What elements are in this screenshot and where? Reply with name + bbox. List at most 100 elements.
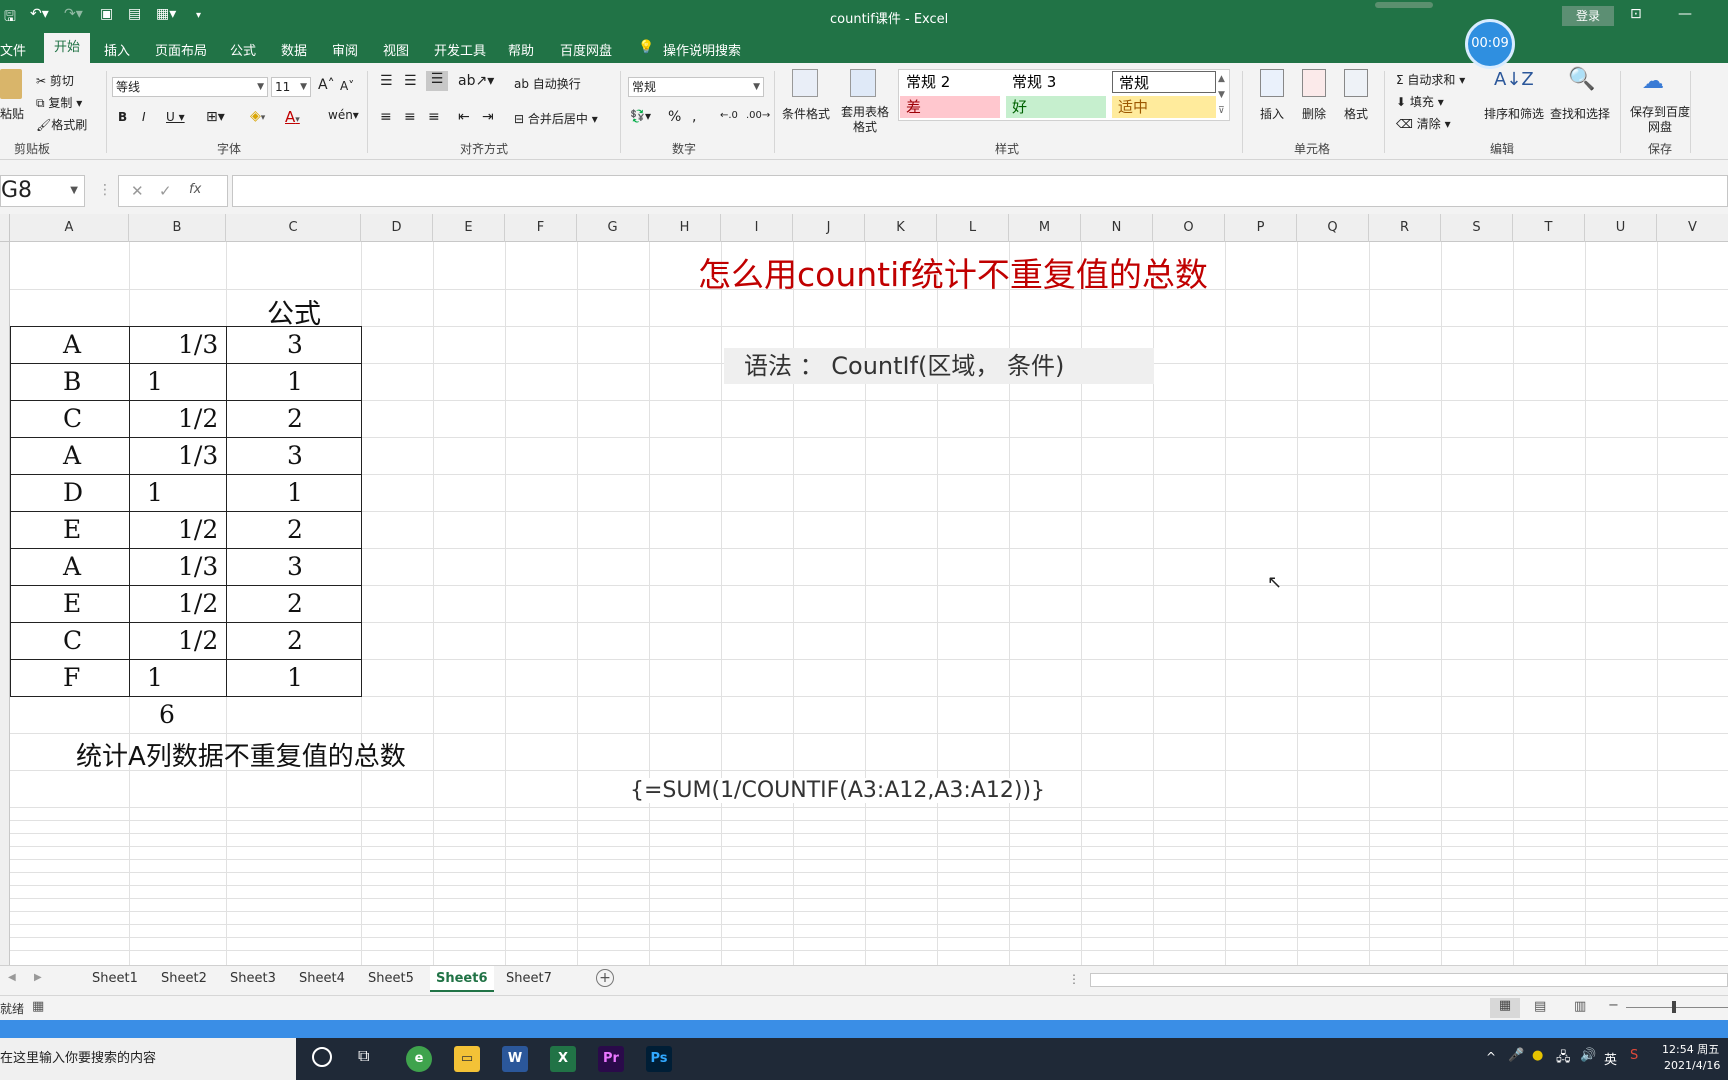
name-box[interactable]: G8 ▼	[0, 175, 85, 207]
undo-icon[interactable]: ↶▾	[30, 6, 49, 22]
column-header-b[interactable]: B	[129, 214, 226, 242]
cancel-icon[interactable]: ✕	[131, 182, 144, 200]
insert-cells-icon[interactable]	[1260, 69, 1284, 97]
cell-a6[interactable]: A	[63, 441, 81, 470]
tab-help[interactable]: 帮助	[508, 40, 534, 59]
cell-a9[interactable]: A	[63, 552, 81, 581]
add-sheet-icon[interactable]: +	[596, 969, 614, 987]
column-header-f[interactable]: F	[505, 214, 577, 242]
cell-b10[interactable]: 1/2	[178, 589, 218, 618]
sort-filter-icon[interactable]: A↓Z	[1494, 69, 1534, 90]
fill-button[interactable]: ⬇ 填充 ▾	[1396, 93, 1444, 110]
app-tray-icon[interactable]: ●	[1532, 1048, 1543, 1063]
sheet-tab-7[interactable]: Sheet7	[500, 966, 558, 992]
delete-cells-icon[interactable]	[1302, 69, 1326, 97]
ime-sogou-icon[interactable]: S	[1630, 1048, 1638, 1063]
save-icon[interactable]: 🖫	[4, 6, 16, 30]
gallery-scroll-icon[interactable]: ▲ ▼ ⊽	[1218, 71, 1225, 119]
word-icon[interactable]: W	[502, 1046, 528, 1072]
column-header-q[interactable]: Q	[1297, 214, 1369, 242]
autosum-button[interactable]: Σ 自动求和 ▾	[1396, 71, 1465, 88]
quick-access-icon-2[interactable]: ▤	[128, 6, 141, 22]
quick-access-icon[interactable]: ▣	[100, 6, 113, 22]
split-handle[interactable]: ⋮	[1068, 972, 1080, 986]
copy-button[interactable]: ⧉ 复制 ▾	[36, 94, 82, 111]
tray-chevron-icon[interactable]: ^	[1486, 1050, 1496, 1064]
column-header-s[interactable]: S	[1441, 214, 1513, 242]
format-table-button[interactable]: 套用表格格式	[836, 105, 894, 135]
percent-icon[interactable]: %	[668, 109, 681, 125]
paste-icon[interactable]	[0, 69, 22, 99]
tab-insert[interactable]: 插入	[104, 40, 130, 59]
style-normal[interactable]: 常规	[1112, 71, 1216, 93]
cell-b12[interactable]: 1	[147, 663, 163, 692]
currency-icon[interactable]: 💱▾	[630, 109, 651, 123]
tab-file[interactable]: 文件	[0, 40, 26, 59]
cell-c5[interactable]: 2	[287, 404, 303, 433]
tab-review[interactable]: 审阅	[332, 40, 358, 59]
cell-c8[interactable]: 2	[287, 515, 303, 544]
decrease-font-icon[interactable]: A˅	[340, 79, 354, 93]
bold-icon[interactable]: B	[118, 110, 127, 124]
sheet-tab-1[interactable]: Sheet1	[86, 966, 144, 992]
paste-button[interactable]: 粘贴	[0, 105, 24, 122]
photoshop-icon[interactable]: Ps	[646, 1046, 672, 1072]
taskbar-search[interactable]: 在这里输入你要搜索的内容	[0, 1038, 296, 1080]
column-header-l[interactable]: L	[937, 214, 1009, 242]
cut-button[interactable]: ✂ 剪切	[36, 72, 74, 89]
increase-decimal-icon[interactable]: ←.0	[720, 110, 738, 121]
decrease-indent-icon[interactable]: ⇤	[458, 109, 470, 125]
column-header-j[interactable]: J	[793, 214, 865, 242]
tab-data[interactable]: 数据	[281, 40, 307, 59]
conditional-format-button[interactable]: 条件格式	[782, 105, 830, 122]
align-top-icon[interactable]: ☰	[380, 73, 393, 89]
column-header-i[interactable]: I	[721, 214, 793, 242]
orientation-icon[interactable]: ab↗▾	[458, 73, 494, 89]
cell-a10[interactable]: E	[63, 589, 81, 618]
column-header-e[interactable]: E	[433, 214, 505, 242]
italic-icon[interactable]: I	[142, 110, 146, 124]
style-good[interactable]: 好	[1006, 96, 1106, 118]
column-header-r[interactable]: R	[1369, 214, 1441, 242]
font-color-icon[interactable]: A▾	[285, 108, 300, 126]
prev-sheet-icon[interactable]: ◀	[8, 972, 16, 983]
recording-timer[interactable]: 00:09	[1465, 19, 1515, 69]
column-header-p[interactable]: P	[1225, 214, 1297, 242]
cell-c12[interactable]: 1	[287, 663, 303, 692]
cell-c4[interactable]: 1	[287, 367, 303, 396]
premiere-icon[interactable]: Pr	[598, 1046, 624, 1072]
page-break-view-icon[interactable]: ▥	[1574, 999, 1586, 1014]
macro-record-icon[interactable]: ▦	[32, 999, 44, 1014]
cell-b9[interactable]: 1/3	[178, 552, 218, 581]
volume-icon[interactable]: 🔊	[1580, 1048, 1596, 1063]
sheet-tab-5[interactable]: Sheet5	[362, 966, 420, 992]
cell-a3[interactable]: A	[63, 330, 81, 359]
border-icon[interactable]: ⊞▾	[206, 109, 225, 125]
formula-input[interactable]	[232, 175, 1728, 207]
align-bottom-icon[interactable]: ☰	[426, 71, 448, 91]
align-right-icon[interactable]: ≡	[428, 109, 440, 125]
merge-center-button[interactable]: ⊟ 合并后居中 ▾	[514, 110, 598, 127]
enter-icon[interactable]: ✓	[159, 182, 172, 200]
cell-b7[interactable]: 1	[147, 478, 163, 507]
page-layout-view-icon[interactable]: ▤	[1534, 999, 1546, 1014]
column-header-a[interactable]: A	[10, 214, 129, 242]
cell-c3[interactable]: 3	[287, 330, 303, 359]
cell-b6[interactable]: 1/3	[178, 441, 218, 470]
column-header-u[interactable]: U	[1585, 214, 1657, 242]
zoom-out-icon[interactable]: −	[1608, 998, 1619, 1013]
delete-cells-button[interactable]: 删除	[1302, 105, 1326, 122]
tab-page-layout[interactable]: 页面布局	[155, 40, 207, 59]
ribbon-display-icon[interactable]: ⊡	[1630, 6, 1642, 22]
cell-a4[interactable]: B	[63, 367, 81, 396]
find-select-button[interactable]: 查找和选择	[1550, 105, 1610, 122]
normal-view-icon[interactable]: ▦	[1490, 998, 1520, 1018]
column-header-c[interactable]: C	[226, 214, 361, 242]
comma-icon[interactable]: ,	[692, 109, 696, 125]
next-sheet-icon[interactable]: ▶	[34, 972, 42, 983]
tab-baidu[interactable]: 百度网盘	[560, 40, 612, 59]
cell-a8[interactable]: E	[63, 515, 81, 544]
align-center-icon[interactable]: ≡	[404, 109, 416, 125]
result-total[interactable]: 6	[159, 700, 175, 729]
cell-b8[interactable]: 1/2	[178, 515, 218, 544]
